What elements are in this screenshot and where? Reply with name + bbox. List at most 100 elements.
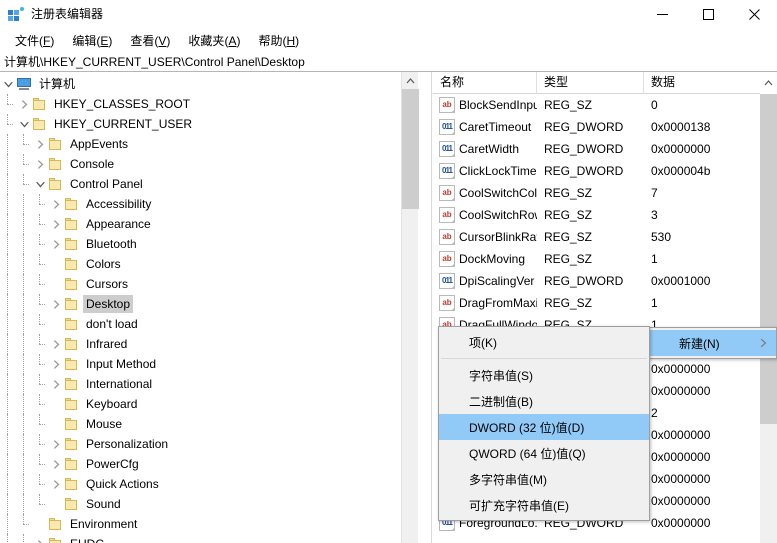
chevron-down-icon[interactable]: [0, 76, 16, 92]
chevron-right-icon[interactable]: [32, 156, 48, 172]
list-scrollbar[interactable]: [760, 94, 777, 543]
menu-help[interactable]: 帮助(H): [249, 31, 308, 51]
tree-indent-guide: [32, 254, 48, 274]
column-header-type[interactable]: 类型: [537, 72, 644, 94]
tree-indent-guide: [0, 94, 16, 114]
menu-edit[interactable]: 编辑(E): [63, 31, 121, 51]
table-row[interactable]: abDockMovingREG_SZ1: [433, 248, 760, 270]
tree-twisty-empty: [48, 316, 64, 332]
chevron-right-icon[interactable]: [48, 236, 64, 252]
tree-item-powercfg[interactable]: PowerCfg: [0, 454, 414, 474]
tree-item-bluetooth[interactable]: Bluetooth: [0, 234, 414, 254]
chevron-down-icon[interactable]: [32, 176, 48, 192]
tree-item-cursors[interactable]: Cursors: [0, 274, 414, 294]
chevron-down-icon[interactable]: [16, 116, 32, 132]
tree-indent-guide: [0, 294, 16, 314]
table-row[interactable]: abDragFromMaxi...REG_SZ1: [433, 292, 760, 314]
tree-item-label: Accessibility: [83, 195, 154, 213]
context-menu-item[interactable]: 可扩充字符串值(E): [439, 492, 649, 518]
minimize-button[interactable]: [639, 0, 685, 29]
tree-item-international[interactable]: International: [0, 374, 414, 394]
tree-item-appevents[interactable]: AppEvents: [0, 134, 414, 154]
tree-scrollbar[interactable]: [401, 72, 418, 543]
folder-icon: [64, 456, 80, 472]
tree-indent-guide: [16, 354, 32, 374]
chevron-right-icon[interactable]: [48, 436, 64, 452]
tree-scroll-up-icon[interactable]: [402, 72, 419, 89]
close-button[interactable]: [731, 0, 777, 29]
chevron-right-icon[interactable]: [32, 536, 48, 543]
tree-item-appearance[interactable]: Appearance: [0, 214, 414, 234]
menu-view[interactable]: 查看(V): [121, 31, 179, 51]
tree-item-label: don't load: [83, 315, 141, 333]
context-menu-item[interactable]: 字符串值(S): [439, 362, 649, 388]
table-row[interactable]: 011DpiScalingVerREG_DWORD0x0001000: [433, 270, 760, 292]
chevron-right-icon[interactable]: [48, 476, 64, 492]
chevron-right-icon[interactable]: [48, 196, 64, 212]
chevron-right-icon[interactable]: [32, 136, 48, 152]
tree-item-mouse[interactable]: Mouse: [0, 414, 414, 434]
tree-item-colors[interactable]: Colors: [0, 254, 414, 274]
chevron-right-icon[interactable]: [48, 356, 64, 372]
context-menu-item[interactable]: QWORD (64 位)值(Q): [439, 440, 649, 466]
value-type: REG_SZ: [537, 98, 592, 112]
tree-item-label: International: [83, 375, 155, 393]
tree-item-[interactable]: 计算机: [0, 74, 414, 94]
context-menu-item[interactable]: 多字符串值(M): [439, 466, 649, 492]
tree-item-quick-actions[interactable]: Quick Actions: [0, 474, 414, 494]
menu-favorites[interactable]: 收藏夹(A): [179, 31, 249, 51]
tree-item-input-method[interactable]: Input Method: [0, 354, 414, 374]
tree-item-desktop[interactable]: Desktop: [0, 294, 414, 314]
menu-bar: 文件(F) 编辑(E) 查看(V) 收藏夹(A) 帮助(H): [0, 29, 777, 52]
table-row[interactable]: abCoolSwitchRowsREG_SZ3: [433, 204, 760, 226]
list-scroll-thumb[interactable]: [760, 94, 777, 424]
context-menu-item[interactable]: 二进制值(B): [439, 388, 649, 414]
value-name: ClickLockTime: [459, 163, 537, 179]
cell-name: 011CaretWidth: [433, 141, 537, 157]
tree-indent-guide: [0, 174, 16, 194]
tree-indent-guide: [16, 474, 32, 494]
cell-data: 0x0000000: [644, 448, 760, 466]
chevron-right-icon[interactable]: [48, 216, 64, 232]
folder-icon: [32, 96, 48, 112]
table-row[interactable]: 011CaretTimeoutREG_DWORD0x0000138: [433, 116, 760, 138]
tree-item-environment[interactable]: Environment: [0, 514, 414, 534]
tree-item-control-panel[interactable]: Control Panel: [0, 174, 414, 194]
tree-item-personalization[interactable]: Personalization: [0, 434, 414, 454]
table-row[interactable]: abCoolSwitchCol...REG_SZ7: [433, 182, 760, 204]
context-menu-item[interactable]: DWORD (32 位)值(D): [439, 414, 649, 440]
address-bar[interactable]: 计算机\HKEY_CURRENT_USER\Control Panel\Desk…: [0, 52, 777, 72]
chevron-right-icon[interactable]: [48, 336, 64, 352]
chevron-right-icon[interactable]: [48, 376, 64, 392]
tree-item-label: Appearance: [83, 215, 154, 233]
tree-item-console[interactable]: Console: [0, 154, 414, 174]
list-scroll-up-icon[interactable]: [760, 72, 777, 94]
table-row[interactable]: 011CaretWidthREG_DWORD0x0000000: [433, 138, 760, 160]
menu-file[interactable]: 文件(F): [6, 31, 63, 51]
tree-indent-guide: [16, 134, 32, 154]
tree-item-accessibility[interactable]: Accessibility: [0, 194, 414, 214]
chevron-right-icon[interactable]: [48, 296, 64, 312]
string-value-icon: ab: [439, 97, 455, 113]
column-header-data[interactable]: 数据: [644, 72, 732, 94]
context-menu-item[interactable]: 项(K): [439, 329, 649, 355]
tree-item-hkey-classes-root[interactable]: HKEY_CLASSES_ROOT: [0, 94, 414, 114]
tree-item-hkey-current-user[interactable]: HKEY_CURRENT_USER: [0, 114, 414, 134]
table-row[interactable]: 011ClickLockTimeREG_DWORD0x000004b: [433, 160, 760, 182]
tree-item-keyboard[interactable]: Keyboard: [0, 394, 414, 414]
table-row[interactable]: abBlockSendInpu...REG_SZ0: [433, 94, 760, 116]
context-menu-item-new[interactable]: 新建(N): [649, 330, 776, 356]
column-header-name[interactable]: 名称: [433, 72, 537, 94]
cell-name: abCoolSwitchRows: [433, 207, 537, 223]
tree-item-don-t-load[interactable]: don't load: [0, 314, 414, 334]
table-row[interactable]: abCursorBlinkRateREG_SZ530: [433, 226, 760, 248]
tree-item-sound[interactable]: Sound: [0, 494, 414, 514]
chevron-right-icon[interactable]: [48, 456, 64, 472]
menu-file-text: 文件: [15, 34, 39, 48]
tree-scroll-thumb[interactable]: [402, 89, 419, 209]
tree-item-eudc[interactable]: EUDC: [0, 534, 414, 543]
tree-item-infrared[interactable]: Infrared: [0, 334, 414, 354]
maximize-button[interactable]: [685, 0, 731, 29]
cell-name: 011CaretTimeout: [433, 119, 537, 135]
chevron-right-icon[interactable]: [16, 96, 32, 112]
